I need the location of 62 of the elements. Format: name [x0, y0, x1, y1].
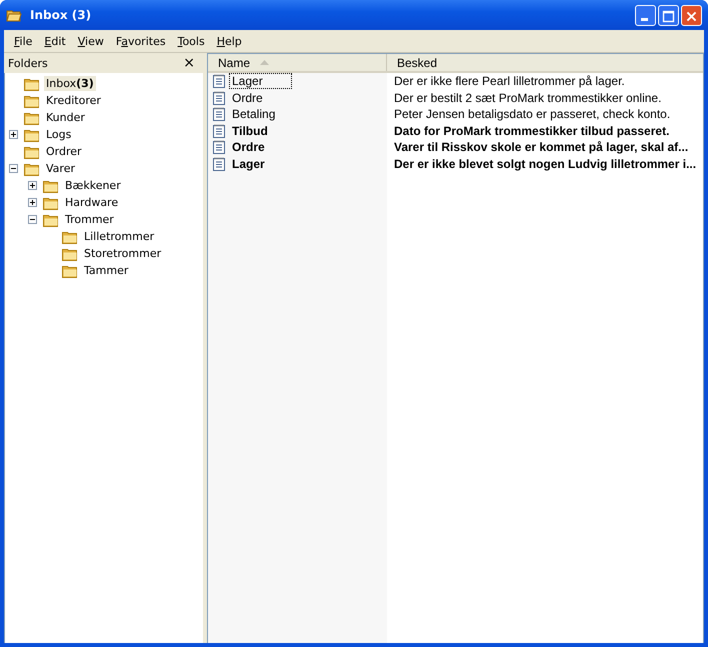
- menu-item[interactable]: Edit: [40, 32, 70, 50]
- expander-icon[interactable]: [28, 181, 37, 190]
- message-text: Varer til Risskov skole er kommet på lager, skal af...: [394, 140, 688, 154]
- close-pane-button[interactable]: ×: [183, 55, 195, 71]
- message-text: Der er ikke flere Pearl lilletrommer på lager.: [394, 74, 625, 88]
- folder-icon: [43, 178, 59, 192]
- folder-item[interactable]: Bækkener: [63, 178, 123, 193]
- message-name[interactable]: Tilbud: [229, 122, 271, 139]
- folder-icon: [62, 264, 78, 278]
- menu-item[interactable]: File: [10, 32, 36, 50]
- folder-icon: [24, 162, 40, 176]
- expander-icon[interactable]: [28, 215, 37, 224]
- menu-item[interactable]: Favorites: [112, 32, 170, 50]
- folder-item[interactable]: Logs: [44, 127, 74, 142]
- minimize-button[interactable]: [635, 4, 656, 26]
- menu-item[interactable]: View: [74, 32, 108, 50]
- pane-title: Folders: [8, 56, 48, 70]
- message-text: Peter Jensen betaligsdato er passeret, check konto.: [394, 107, 670, 122]
- maximize-button[interactable]: [658, 4, 679, 26]
- expander-icon[interactable]: [28, 198, 37, 207]
- note-icon: [213, 140, 225, 154]
- folder-item[interactable]: Varer: [44, 161, 77, 176]
- folder-item[interactable]: Tammer: [82, 263, 130, 278]
- expander-icon[interactable]: [9, 164, 18, 173]
- folder-item[interactable]: Trommer: [63, 212, 116, 227]
- column-header[interactable]: Besked: [387, 54, 438, 71]
- close-button[interactable]: [681, 4, 702, 26]
- folder-icon: [43, 212, 59, 226]
- folder-icon: [62, 246, 78, 260]
- sort-ascending-icon: [260, 60, 270, 65]
- folder-icon: [24, 144, 40, 158]
- note-icon: [213, 124, 225, 138]
- folder-item[interactable]: Kunder: [44, 110, 87, 125]
- message-name[interactable]: Lager: [229, 73, 292, 90]
- note-icon: [213, 156, 225, 171]
- folder-icon: [24, 94, 40, 108]
- message-text: Der er bestilt 2 sæt ProMark trommestikker online.: [394, 90, 662, 105]
- message-name[interactable]: Lager: [229, 156, 268, 172]
- folder-icon: [62, 230, 78, 244]
- menu-item[interactable]: Tools: [174, 32, 209, 50]
- folder-item[interactable]: Hardware: [63, 195, 120, 210]
- message-text: Dato for ProMark trommestikker tilbud passeret.: [394, 124, 670, 138]
- minimize-icon: [641, 18, 648, 20]
- message-name[interactable]: Ordre: [229, 139, 268, 156]
- column-header[interactable]: Name: [208, 54, 387, 71]
- message-name[interactable]: Ordre: [229, 90, 266, 106]
- note-icon: [213, 107, 225, 122]
- window-title: Inbox (3): [30, 8, 92, 22]
- folder-icon: [24, 76, 40, 90]
- message-name[interactable]: Betaling: [229, 106, 278, 122]
- menu-item[interactable]: Help: [212, 32, 246, 50]
- expander-icon[interactable]: [9, 130, 18, 139]
- note-icon: [213, 90, 225, 105]
- folder-item[interactable]: Kreditorer: [44, 93, 103, 108]
- folder-item[interactable]: Lilletrommer: [82, 229, 156, 244]
- folder-item[interactable]: Inbox(3): [44, 76, 96, 91]
- folder-item[interactable]: Ordrer: [44, 144, 84, 159]
- folder-icon: [43, 196, 59, 210]
- folder-icon: [24, 110, 40, 124]
- folder-icon: [24, 128, 40, 142]
- folder-item[interactable]: Storetrommer: [82, 246, 164, 261]
- message-text: Der er ikke blevet solgt nogen Ludvig lilletrommer i...: [394, 156, 696, 171]
